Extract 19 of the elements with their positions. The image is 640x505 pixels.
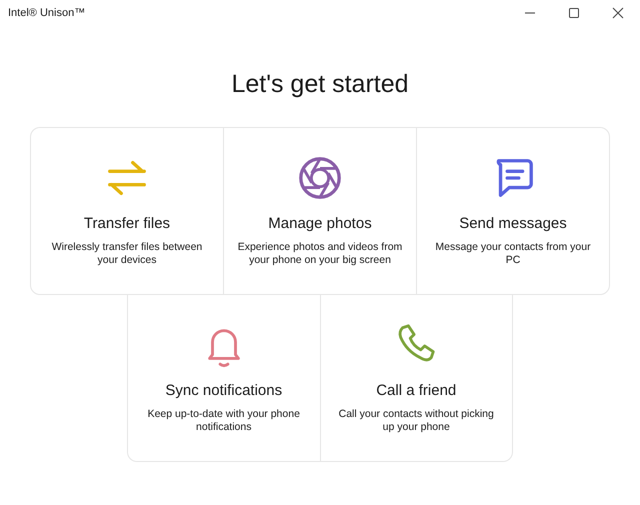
card-title: Manage photos (268, 214, 372, 232)
card-description: Call your contacts without picking up your phone (338, 408, 495, 434)
card-title: Transfer files (84, 214, 170, 232)
feature-card[interactable]: Transfer files Wirelessly transfer files between your devices (31, 128, 223, 294)
feature-card[interactable]: Call a friend Call your contacts without picking up your phone (320, 295, 512, 461)
feature-card[interactable]: Send messages Message your contacts from your PC (416, 128, 609, 294)
feature-card[interactable]: Sync notifications Keep up-to-date with your phone notifications (128, 295, 320, 461)
card-title: Send messages (459, 214, 567, 232)
maximize-icon[interactable] (568, 7, 580, 19)
feature-card[interactable]: Manage photos Experience photos and videos from your phone on your big screen (223, 128, 416, 294)
card-description: Keep up-to-date with your phone notifications (146, 408, 301, 434)
card-title: Sync notifications (165, 382, 282, 399)
card-description: Experience photos and videos from your phone on your big screen (236, 240, 404, 268)
card-title: Call a friend (376, 382, 456, 399)
page-heading: Let's get started (230, 70, 410, 99)
window-title: Intel® Unison™ (8, 7, 86, 19)
close-icon[interactable] (612, 7, 624, 19)
card-description: Message your contacts from your PC (434, 240, 592, 268)
card-description: Wirelessly transfer files between your devices (50, 240, 204, 268)
